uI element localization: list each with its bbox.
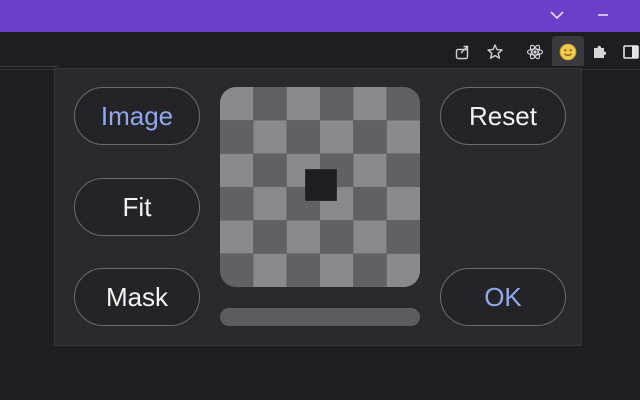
checker-cell bbox=[320, 253, 354, 287]
checker-cell bbox=[286, 253, 320, 287]
checker-cell bbox=[253, 120, 287, 154]
title-bar bbox=[0, 0, 640, 32]
checker-cell bbox=[220, 220, 254, 254]
checker-cell bbox=[386, 253, 420, 287]
ok-button[interactable]: OK bbox=[440, 268, 566, 326]
center-marker bbox=[305, 169, 337, 201]
checker-cell bbox=[353, 153, 387, 187]
checker-cell bbox=[286, 87, 320, 121]
image-preview[interactable] bbox=[220, 87, 420, 287]
checker-cell bbox=[286, 120, 320, 154]
checker-cell bbox=[253, 153, 287, 187]
checker-cell bbox=[253, 253, 287, 287]
chevron-down-icon[interactable] bbox=[548, 8, 566, 22]
checker-cell bbox=[353, 187, 387, 221]
checker-cell bbox=[286, 220, 320, 254]
checker-cell bbox=[386, 187, 420, 221]
reset-button[interactable]: Reset bbox=[440, 87, 566, 145]
checker-cell bbox=[386, 87, 420, 121]
checkerboard-preview bbox=[220, 87, 420, 287]
bookmark-star-icon[interactable] bbox=[484, 41, 506, 63]
checker-cell bbox=[220, 253, 254, 287]
checker-cell bbox=[220, 187, 254, 221]
puzzle-piece-icon[interactable] bbox=[589, 41, 611, 63]
checker-cell bbox=[353, 253, 387, 287]
checker-cell bbox=[253, 220, 287, 254]
minimize-icon[interactable] bbox=[594, 6, 612, 24]
checker-cell bbox=[220, 87, 254, 121]
react-atom-icon[interactable] bbox=[524, 41, 546, 63]
panel-divider bbox=[0, 66, 58, 67]
checker-cell bbox=[253, 87, 287, 121]
checker-cell bbox=[353, 87, 387, 121]
checker-cell bbox=[320, 220, 354, 254]
mask-button[interactable]: Mask bbox=[74, 268, 200, 326]
fit-button[interactable]: Fit bbox=[74, 178, 200, 236]
checker-cell bbox=[320, 87, 354, 121]
image-button[interactable]: Image bbox=[74, 87, 200, 145]
checker-cell bbox=[353, 220, 387, 254]
checker-cell bbox=[253, 187, 287, 221]
checker-cell bbox=[386, 120, 420, 154]
smiley-face-icon[interactable] bbox=[557, 41, 579, 63]
checker-cell bbox=[220, 153, 254, 187]
checker-cell bbox=[386, 220, 420, 254]
share-icon[interactable] bbox=[452, 41, 474, 63]
checker-cell bbox=[386, 153, 420, 187]
checker-cell bbox=[320, 120, 354, 154]
checker-cell bbox=[353, 120, 387, 154]
side-panel-icon[interactable] bbox=[620, 41, 640, 63]
checker-cell bbox=[220, 120, 254, 154]
slider-track[interactable] bbox=[220, 308, 420, 326]
